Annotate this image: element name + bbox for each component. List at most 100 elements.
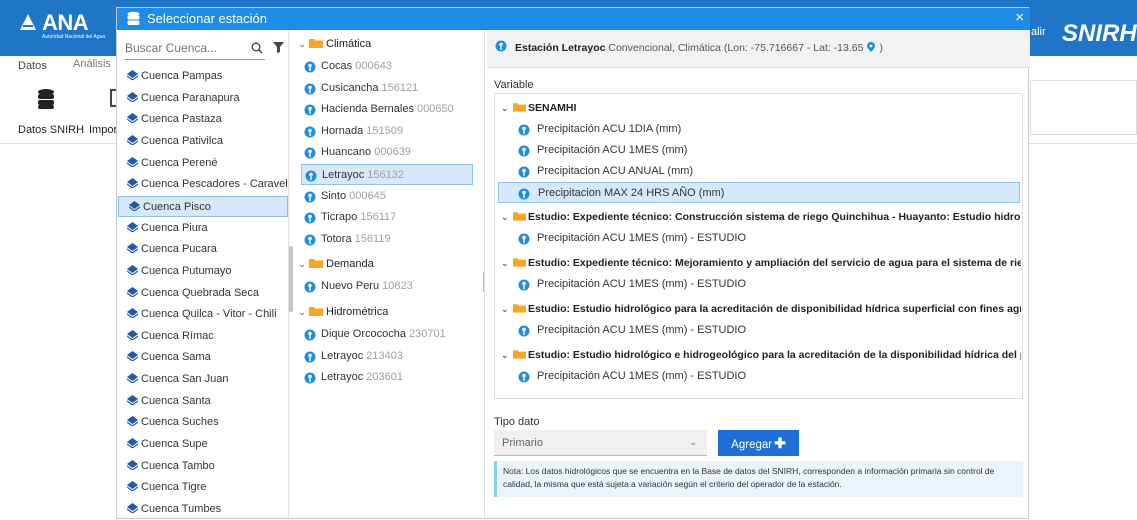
cuenca-icon <box>127 178 138 189</box>
folder-icon <box>513 103 526 112</box>
cuenca-icon <box>127 438 138 449</box>
detail-panel: Estación Letrayoc Convencional, Climátic… <box>487 30 1030 520</box>
cuenca-item[interactable]: Cuenca Pastaza <box>117 109 288 130</box>
folder-icon <box>513 350 526 359</box>
station-item[interactable]: Cusicancha 156121 <box>301 78 473 99</box>
station-item[interactable]: Letrayoc 213403 <box>301 346 473 367</box>
station-item[interactable]: Cocas 000643 <box>301 56 473 77</box>
cuenca-item[interactable]: Cuenca Pescadores - Caraveli <box>117 174 288 195</box>
variable-item[interactable]: Precipitación ACU 1MES (mm) - ESTUDIO <box>515 320 1017 341</box>
station-name: Cusicancha <box>321 81 379 94</box>
datos-snirh-button[interactable]: Datos SNIRH <box>18 124 84 136</box>
station-item[interactable]: Letrayoc 203601 <box>301 367 473 388</box>
tipo-dato-select[interactable]: Primario ⌄ <box>494 430 707 456</box>
cuenca-icon <box>127 308 138 319</box>
filter-icon[interactable] <box>273 42 284 53</box>
agregar-button[interactable]: Agregar ✚ <box>718 430 799 456</box>
station-pin-icon <box>304 82 316 95</box>
database-icon <box>38 89 54 109</box>
variable-item[interactable]: Precipitación ACU 1MES (mm) - ESTUDIO <box>515 274 1017 295</box>
variable-item[interactable]: Precipitación ACU 1MES (mm) - ESTUDIO <box>515 228 1017 249</box>
station-item[interactable]: Totora 156119 <box>301 229 473 250</box>
station-code: 156117 <box>360 211 397 224</box>
search-icon[interactable] <box>251 42 263 54</box>
cuenca-item[interactable]: Cuenca Pampas <box>117 66 288 87</box>
station-item[interactable]: Hacienda Bernales 000650 <box>301 99 473 120</box>
cuenca-item[interactable]: Cuenca Perené <box>117 153 288 174</box>
station-group[interactable]: ⌄ Climática <box>295 34 485 54</box>
tab-datos[interactable]: Datos <box>18 60 47 72</box>
station-code: 203601 <box>366 371 403 384</box>
cuenca-item[interactable]: Cuenca Paranapura <box>117 88 288 109</box>
cuenca-item[interactable]: Cuenca Tumbes <box>117 499 288 520</box>
station-item[interactable]: Hornada 151509 <box>301 121 473 142</box>
folder-icon <box>309 259 323 269</box>
cuenca-item[interactable]: Cuenca Sama <box>117 347 288 368</box>
cuenca-item[interactable]: Cuenca Quebrada Seca <box>117 283 288 304</box>
cuenca-label: Cuenca Pisco <box>143 200 211 213</box>
station-code: 230701 <box>409 328 446 340</box>
location-icon[interactable] <box>867 42 876 52</box>
variable-group[interactable]: ⌄ Estudio: Expediente técnico: Mejoramien… <box>501 253 1021 273</box>
cuenca-item[interactable]: Cuenca Supe <box>117 434 288 455</box>
scrollbar[interactable] <box>289 246 293 312</box>
variable-item[interactable]: Precipitacion ACU ANUAL (mm) <box>515 161 1017 182</box>
exit-button[interactable]: alir <box>1031 26 1046 38</box>
variable-item[interactable]: Precipitación ACU 1MES (mm) <box>515 140 1017 161</box>
panel-splitter[interactable] <box>483 272 484 292</box>
station-item[interactable]: Sinto 000645 <box>301 186 473 207</box>
cuenca-icon <box>127 156 138 167</box>
folder-icon <box>309 307 323 316</box>
variable-item[interactable]: Precipitacion MAX 24 HRS AÑO (mm) <box>498 182 1020 203</box>
station-group[interactable]: ⌄ Hidrométrica <box>295 302 485 322</box>
cuenca-item[interactable]: Cuenca San Juan <box>117 369 288 390</box>
chevron-down-icon: ⌄ <box>501 258 509 268</box>
cuenca-item[interactable]: Cuenca Tigre <box>117 477 288 498</box>
folder-icon <box>513 258 526 267</box>
station-code: 156119 <box>354 232 391 245</box>
cuenca-item[interactable]: Cuenca Santa <box>117 391 288 412</box>
cuenca-icon <box>127 373 138 384</box>
cuenca-item[interactable]: Cuenca Suches <box>117 412 288 433</box>
station-group-label: Demanda <box>326 258 374 271</box>
cuenca-icon <box>127 394 138 405</box>
cuenca-icon <box>127 243 138 254</box>
cuenca-item[interactable]: Cuenca Piura <box>117 218 288 239</box>
variable-group[interactable]: ⌄ Estudio: Estudio hidrológico e hidrogeo… <box>501 345 1021 365</box>
cuenca-item[interactable]: Cuenca Pisco <box>118 195 288 217</box>
variable-item[interactable]: Precipitación ACU 1MES (mm) - ESTUDIO <box>515 366 1017 387</box>
station-item[interactable]: Letrayoc 156132 <box>301 164 473 185</box>
search-input[interactable] <box>125 38 225 55</box>
cuenca-item[interactable]: Cuenca Putumayo <box>117 261 288 282</box>
cuenca-label: Cuenca Tambo <box>141 459 215 472</box>
station-name: Letrayoc <box>321 349 364 362</box>
close-icon[interactable]: × <box>1015 9 1024 26</box>
variable-group[interactable]: ⌄ SENAMHI <box>501 98 1021 118</box>
station-item[interactable]: Huancano 000639 <box>301 142 473 163</box>
cuenca-label: Cuenca Pucara <box>141 243 217 256</box>
cuenca-item[interactable]: Cuenca Tambo <box>117 456 288 477</box>
cuenca-item[interactable]: Cuenca Rímac <box>117 326 288 347</box>
station-group[interactable]: ⌄ Demanda <box>295 254 485 274</box>
station-item[interactable]: Dique Orcococha 230701 <box>301 324 473 345</box>
tab-analisis[interactable]: Análisis <box>73 58 111 70</box>
station-item[interactable]: Ticrapo 156117 <box>301 207 473 228</box>
cuenca-item[interactable]: Cuenca Pucara <box>117 239 288 260</box>
station-code: 156132 <box>367 169 404 181</box>
variable-group[interactable]: ⌄ Estudio: Estudio hidrológico para la ac… <box>501 299 1021 319</box>
station-code: 000643 <box>355 60 392 72</box>
variable-group-label: Estudio: Expediente técnico: Mejoramient… <box>528 257 1021 269</box>
cuenca-item[interactable]: Cuenca Quilca - Vitor - Chili <box>117 304 288 325</box>
variable-item[interactable]: Precipitación ACU 1DIA (mm) <box>515 119 1017 140</box>
chevron-down-icon: ⌄ <box>298 259 306 270</box>
station-item[interactable]: Nuevo Peru 10823 <box>301 276 473 297</box>
station-pin-icon <box>304 328 316 341</box>
variable-group[interactable]: ⌄ Estudio: Expediente técnico: Construcci… <box>501 207 1021 227</box>
folder-icon <box>513 212 526 221</box>
station-code: 213403 <box>366 349 403 362</box>
station-meta: Convencional, Climática (Lon: -75.716667… <box>608 42 864 54</box>
variable-group-label: Estudio: Expediente técnico: Construcció… <box>528 211 1021 223</box>
cuenca-item[interactable]: Cuenca Pativilca <box>117 131 288 152</box>
station-pin-icon <box>518 144 530 157</box>
chevron-down-icon: ⌄ <box>501 350 509 360</box>
